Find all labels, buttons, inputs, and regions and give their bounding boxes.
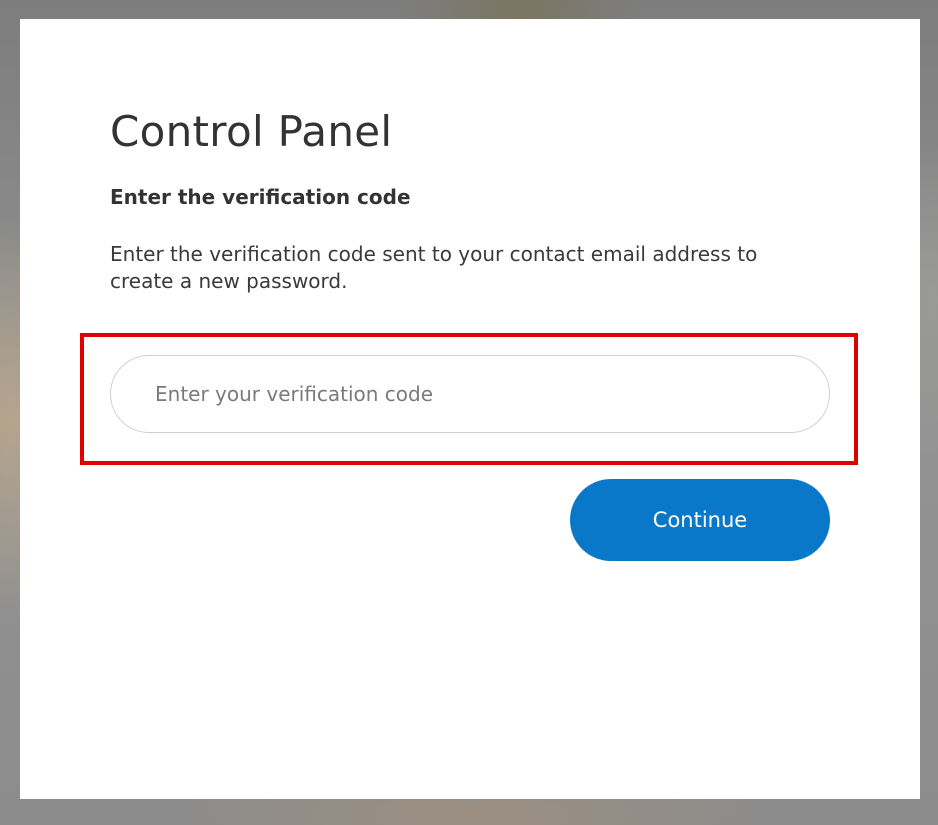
section-subtitle: Enter the verification code [110, 185, 411, 209]
continue-button[interactable]: Continue [570, 479, 830, 561]
page-title: Control Panel [110, 107, 393, 156]
instructions-text: Enter the verification code sent to your… [110, 242, 758, 293]
verification-code-input[interactable] [110, 355, 830, 433]
verification-panel: Control Panel Enter the verification cod… [20, 19, 920, 799]
